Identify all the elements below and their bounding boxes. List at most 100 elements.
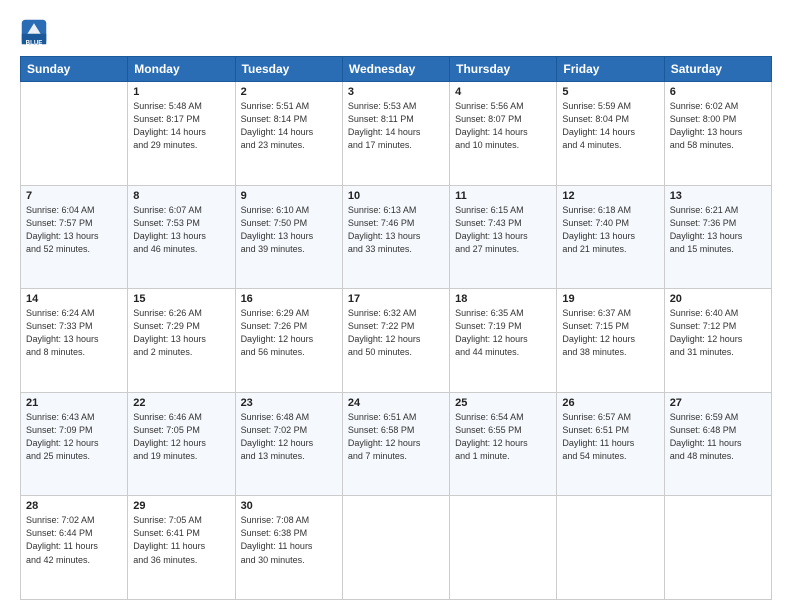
day-info: Sunrise: 5:53 AM Sunset: 8:11 PM Dayligh…: [348, 100, 444, 152]
calendar-cell: 10 Sunrise: 6:13 AM Sunset: 7:46 PM Dayli…: [342, 185, 449, 289]
calendar-cell: 7 Sunrise: 6:04 AM Sunset: 7:57 PM Daylig…: [21, 185, 128, 289]
day-number: 4: [455, 86, 551, 98]
calendar-cell: 11 Sunrise: 6:15 AM Sunset: 7:43 PM Dayli…: [450, 185, 557, 289]
calendar-body: 1Sunrise: 5:48 AM Sunset: 8:17 PM Daylig…: [21, 82, 772, 600]
day-info: Sunrise: 6:26 AM Sunset: 7:29 PM Dayligh…: [133, 307, 229, 359]
calendar-cell: 4 Sunrise: 5:56 AM Sunset: 8:07 PM Daylig…: [450, 82, 557, 186]
calendar-cell: 8 Sunrise: 6:07 AM Sunset: 7:53 PM Daylig…: [128, 185, 235, 289]
day-number: 27: [670, 397, 766, 409]
calendar-week-row: 21 Sunrise: 6:43 AM Sunset: 7:09 PM Dayli…: [21, 392, 772, 496]
calendar-cell: 22Sunrise: 6:46 AM Sunset: 7:05 PM Dayli…: [128, 392, 235, 496]
calendar-cell: 24 Sunrise: 6:51 AM Sunset: 6:58 PM Dayli…: [342, 392, 449, 496]
day-number: 18: [455, 293, 551, 305]
day-info: Sunrise: 6:51 AM Sunset: 6:58 PM Dayligh…: [348, 411, 444, 463]
day-info: Sunrise: 6:43 AM Sunset: 7:09 PM Dayligh…: [26, 411, 122, 463]
day-number: 14: [26, 293, 122, 305]
day-number: 12: [562, 190, 658, 202]
day-info: Sunrise: 6:04 AM Sunset: 7:57 PM Dayligh…: [26, 204, 122, 256]
day-number: 19: [562, 293, 658, 305]
day-number: 20: [670, 293, 766, 305]
day-number: 3: [348, 86, 444, 98]
calendar-cell: 21 Sunrise: 6:43 AM Sunset: 7:09 PM Dayli…: [21, 392, 128, 496]
calendar-week-row: 7 Sunrise: 6:04 AM Sunset: 7:57 PM Daylig…: [21, 185, 772, 289]
calendar-cell: 3 Sunrise: 5:53 AM Sunset: 8:11 PM Daylig…: [342, 82, 449, 186]
day-number: 11: [455, 190, 551, 202]
page: BLUE SundayMondayTuesdayWednesdayThursda…: [0, 0, 792, 612]
day-number: 28: [26, 500, 122, 512]
calendar-cell: 27Sunrise: 6:59 AM Sunset: 6:48 PM Dayli…: [664, 392, 771, 496]
calendar-cell: [450, 496, 557, 600]
day-info: Sunrise: 6:02 AM Sunset: 8:00 PM Dayligh…: [670, 100, 766, 152]
weekday-header-row: SundayMondayTuesdayWednesdayThursdayFrid…: [21, 57, 772, 82]
day-info: Sunrise: 6:21 AM Sunset: 7:36 PM Dayligh…: [670, 204, 766, 256]
calendar-cell: 1Sunrise: 5:48 AM Sunset: 8:17 PM Daylig…: [128, 82, 235, 186]
calendar-cell: 2 Sunrise: 5:51 AM Sunset: 8:14 PM Daylig…: [235, 82, 342, 186]
calendar-cell: 9 Sunrise: 6:10 AM Sunset: 7:50 PM Daylig…: [235, 185, 342, 289]
calendar-week-row: 1Sunrise: 5:48 AM Sunset: 8:17 PM Daylig…: [21, 82, 772, 186]
weekday-header-friday: Friday: [557, 57, 664, 82]
day-info: Sunrise: 6:37 AM Sunset: 7:15 PM Dayligh…: [562, 307, 658, 359]
calendar-cell: 18 Sunrise: 6:35 AM Sunset: 7:19 PM Dayli…: [450, 289, 557, 393]
day-number: 10: [348, 190, 444, 202]
day-number: 13: [670, 190, 766, 202]
weekday-header-wednesday: Wednesday: [342, 57, 449, 82]
svg-text:BLUE: BLUE: [26, 39, 43, 46]
day-number: 6: [670, 86, 766, 98]
calendar-cell: 5Sunrise: 5:59 AM Sunset: 8:04 PM Daylig…: [557, 82, 664, 186]
day-number: 15: [133, 293, 229, 305]
day-number: 16: [241, 293, 337, 305]
day-info: Sunrise: 6:29 AM Sunset: 7:26 PM Dayligh…: [241, 307, 337, 359]
calendar-cell: 26 Sunrise: 6:57 AM Sunset: 6:51 PM Dayli…: [557, 392, 664, 496]
day-number: 2: [241, 86, 337, 98]
day-number: 21: [26, 397, 122, 409]
day-info: Sunrise: 6:24 AM Sunset: 7:33 PM Dayligh…: [26, 307, 122, 359]
day-info: Sunrise: 6:35 AM Sunset: 7:19 PM Dayligh…: [455, 307, 551, 359]
calendar-header: SundayMondayTuesdayWednesdayThursdayFrid…: [21, 57, 772, 82]
weekday-header-thursday: Thursday: [450, 57, 557, 82]
calendar-cell: 12 Sunrise: 6:18 AM Sunset: 7:40 PM Dayli…: [557, 185, 664, 289]
calendar: SundayMondayTuesdayWednesdayThursdayFrid…: [20, 56, 772, 600]
weekday-header-saturday: Saturday: [664, 57, 771, 82]
day-info: Sunrise: 6:54 AM Sunset: 6:55 PM Dayligh…: [455, 411, 551, 463]
day-info: Sunrise: 5:51 AM Sunset: 8:14 PM Dayligh…: [241, 100, 337, 152]
day-number: 29: [133, 500, 229, 512]
day-info: Sunrise: 6:07 AM Sunset: 7:53 PM Dayligh…: [133, 204, 229, 256]
day-info: Sunrise: 5:56 AM Sunset: 8:07 PM Dayligh…: [455, 100, 551, 152]
calendar-cell: 13 Sunrise: 6:21 AM Sunset: 7:36 PM Dayli…: [664, 185, 771, 289]
calendar-cell: 15 Sunrise: 6:26 AM Sunset: 7:29 PM Dayli…: [128, 289, 235, 393]
calendar-cell: 30 Sunrise: 7:08 AM Sunset: 6:38 PM Dayli…: [235, 496, 342, 600]
calendar-cell: 25 Sunrise: 6:54 AM Sunset: 6:55 PM Dayli…: [450, 392, 557, 496]
day-number: 17: [348, 293, 444, 305]
logo: BLUE: [20, 18, 52, 46]
calendar-cell: [664, 496, 771, 600]
calendar-week-row: 28Sunrise: 7:02 AM Sunset: 6:44 PM Dayli…: [21, 496, 772, 600]
calendar-cell: [342, 496, 449, 600]
day-info: Sunrise: 6:40 AM Sunset: 7:12 PM Dayligh…: [670, 307, 766, 359]
header: BLUE: [20, 18, 772, 46]
logo-icon: BLUE: [20, 18, 48, 46]
calendar-cell: 16 Sunrise: 6:29 AM Sunset: 7:26 PM Dayli…: [235, 289, 342, 393]
calendar-cell: 17 Sunrise: 6:32 AM Sunset: 7:22 PM Dayli…: [342, 289, 449, 393]
day-info: Sunrise: 6:18 AM Sunset: 7:40 PM Dayligh…: [562, 204, 658, 256]
day-number: 7: [26, 190, 122, 202]
calendar-cell: 6 Sunrise: 6:02 AM Sunset: 8:00 PM Daylig…: [664, 82, 771, 186]
day-info: Sunrise: 7:08 AM Sunset: 6:38 PM Dayligh…: [241, 514, 337, 566]
day-info: Sunrise: 6:15 AM Sunset: 7:43 PM Dayligh…: [455, 204, 551, 256]
day-number: 8: [133, 190, 229, 202]
day-number: 26: [562, 397, 658, 409]
day-number: 22: [133, 397, 229, 409]
calendar-cell: 29Sunrise: 7:05 AM Sunset: 6:41 PM Dayli…: [128, 496, 235, 600]
day-info: Sunrise: 6:48 AM Sunset: 7:02 PM Dayligh…: [241, 411, 337, 463]
day-number: 30: [241, 500, 337, 512]
day-number: 25: [455, 397, 551, 409]
day-info: Sunrise: 5:59 AM Sunset: 8:04 PM Dayligh…: [562, 100, 658, 152]
day-number: 24: [348, 397, 444, 409]
day-info: Sunrise: 6:57 AM Sunset: 6:51 PM Dayligh…: [562, 411, 658, 463]
day-number: 9: [241, 190, 337, 202]
calendar-week-row: 14 Sunrise: 6:24 AM Sunset: 7:33 PM Dayli…: [21, 289, 772, 393]
calendar-cell: 23Sunrise: 6:48 AM Sunset: 7:02 PM Dayli…: [235, 392, 342, 496]
day-info: Sunrise: 6:13 AM Sunset: 7:46 PM Dayligh…: [348, 204, 444, 256]
calendar-cell: 19 Sunrise: 6:37 AM Sunset: 7:15 PM Dayli…: [557, 289, 664, 393]
day-info: Sunrise: 6:32 AM Sunset: 7:22 PM Dayligh…: [348, 307, 444, 359]
day-info: Sunrise: 6:10 AM Sunset: 7:50 PM Dayligh…: [241, 204, 337, 256]
